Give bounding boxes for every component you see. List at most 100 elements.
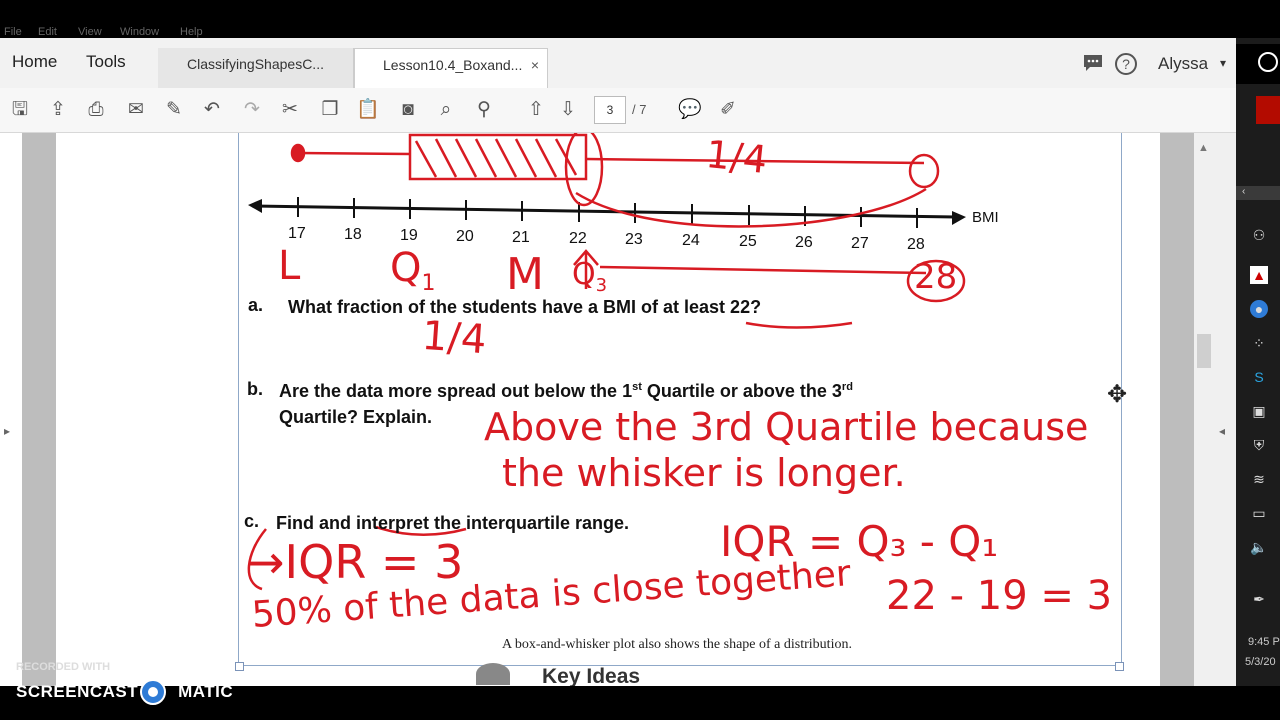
tab-label: ClassifyingShapesC...: [187, 56, 324, 72]
people-icon[interactable]: ⚇: [1250, 226, 1268, 244]
answer-a-fraction: 1/4: [420, 312, 488, 364]
help-icon[interactable]: ?: [1114, 52, 1138, 76]
volume-icon[interactable]: 🔈: [1250, 538, 1268, 556]
clock-time[interactable]: 9:45 P: [1248, 636, 1280, 648]
side-rail: [1236, 38, 1280, 686]
comment-icon[interactable]: [1082, 53, 1104, 73]
axis-label: BMI: [972, 209, 999, 226]
hand-quarter-note: 1/4: [703, 133, 770, 183]
svg-text:?: ?: [1122, 56, 1130, 72]
answer-b-line2: the whisker is longer.: [502, 451, 906, 495]
hand-label-Q3: Q3: [572, 257, 608, 296]
tab-bar: Home Tools ClassifyingShapesC... Lesson1…: [0, 38, 1236, 89]
tick-label: 17: [288, 225, 306, 242]
pdf-page: 17 18 19 20 21 22 23 24 25 26 27 28 BMI …: [56, 133, 1160, 686]
page-total: / 7: [632, 102, 647, 117]
expand-left-icon[interactable]: ▸: [4, 424, 10, 438]
shield-icon[interactable]: ⛨: [1250, 436, 1268, 454]
clock-date[interactable]: 5/3/20: [1245, 656, 1276, 668]
wifi-icon[interactable]: ≋: [1250, 470, 1268, 488]
menu-file[interactable]: File: [4, 26, 22, 38]
close-icon[interactable]: ×: [531, 57, 539, 73]
mail-icon[interactable]: ✉: [124, 98, 148, 122]
tick-label: 22: [569, 230, 587, 247]
page-number-input[interactable]: 3: [594, 96, 626, 124]
hand-label-M: M: [506, 249, 544, 300]
redo-icon[interactable]: ↷: [240, 98, 264, 122]
right-panel: [1214, 133, 1236, 686]
comment-tool-icon[interactable]: 💬: [678, 98, 702, 122]
tick-label: 24: [682, 232, 700, 249]
tick-label: 20: [456, 228, 474, 245]
iqr-calculation: 22 - 19 = 3: [886, 573, 1113, 619]
menu-window[interactable]: Window: [120, 26, 159, 38]
pen-workspace-icon[interactable]: ✒: [1250, 590, 1268, 608]
answer-b-line1: Above the 3rd Quartile because: [484, 405, 1089, 449]
tab-lesson-boxand[interactable]: Lesson10.4_Boxand... ×: [354, 48, 548, 88]
scroll-thumb[interactable]: [1197, 334, 1211, 368]
tab-classifying-shapes[interactable]: ClassifyingShapesC...: [158, 48, 354, 88]
watermark-recorded: RECORDED WITH: [16, 661, 111, 673]
tick-label: 27: [851, 235, 869, 252]
tick-label: 23: [625, 231, 643, 248]
undo-icon[interactable]: ↶: [200, 98, 224, 122]
snapshot-icon[interactable]: ◙: [396, 98, 420, 122]
question-a-label: a.: [248, 295, 264, 315]
clipboard-icon[interactable]: 📋: [356, 98, 380, 122]
menu-edit[interactable]: Edit: [38, 26, 57, 38]
expand-right-icon[interactable]: ◂: [1219, 424, 1225, 438]
arrow-down-icon[interactable]: ⇩: [556, 98, 580, 122]
cut-icon[interactable]: ✂: [278, 98, 302, 122]
left-panel: [0, 133, 22, 686]
acrobat-icon[interactable]: [1256, 96, 1280, 124]
pen-icon[interactable]: ✐: [716, 98, 740, 122]
skype-icon[interactable]: S: [1250, 368, 1268, 386]
edit-file-icon[interactable]: ✎: [162, 98, 186, 122]
tick-label: 18: [344, 226, 362, 243]
zoom-icon[interactable]: ●: [1250, 300, 1268, 318]
user-name[interactable]: Alyssa: [1158, 54, 1208, 74]
menu-view[interactable]: View: [78, 26, 102, 38]
cortana-icon[interactable]: [1258, 52, 1278, 72]
hand-label-Q1: Q1: [390, 245, 436, 296]
chevron-left-icon[interactable]: ‹: [1242, 186, 1245, 197]
nav-tools[interactable]: Tools: [86, 52, 126, 72]
chevron-down-icon[interactable]: ▾: [1220, 56, 1226, 70]
tick-label: 28: [907, 236, 925, 253]
nav-home[interactable]: Home: [12, 52, 57, 72]
scroll-up-icon[interactable]: ▲: [1198, 142, 1209, 154]
drive-icon[interactable]: ▲: [1250, 266, 1268, 284]
key-ideas-icon: [476, 663, 510, 685]
hand-label-L: L: [278, 243, 301, 289]
footer-text: A box-and-whisker plot also shows the sh…: [502, 637, 852, 652]
battery-icon[interactable]: ▭: [1250, 504, 1268, 522]
copy-icon[interactable]: ❐: [318, 98, 342, 122]
question-c-text: Find and interpret the interquartile ran…: [276, 513, 630, 533]
print-icon[interactable]: ⎙: [84, 98, 108, 122]
find-icon[interactable]: ⚲: [472, 98, 496, 122]
menu-help[interactable]: Help: [180, 26, 203, 38]
question-b-text: Are the data more spread out below the 1…: [279, 381, 853, 401]
toolbar: 🖫 ⇪ ⎙ ✉ ✎ ↶ ↷ ✂ ❐ 📋 ◙ ⌕ ⚲ ⇧ ⇩ 3 / 7 💬 ✐: [0, 88, 1236, 133]
scrollbar[interactable]: [1194, 133, 1214, 686]
tick-label: 25: [739, 233, 757, 250]
search-icon[interactable]: ⌕: [434, 98, 458, 122]
tick-label: 19: [400, 227, 418, 244]
key-ideas-heading: Key Ideas: [542, 665, 641, 686]
question-b-label: b.: [247, 379, 263, 399]
question-b-text-line2: Quartile? Explain.: [279, 407, 433, 427]
tick-label: 26: [795, 234, 813, 251]
right-margin: [1160, 133, 1194, 686]
iqr-answer: →IQR = 3: [246, 535, 464, 589]
hand-label-max: 28: [914, 257, 958, 297]
dots-icon[interactable]: ⁘: [1250, 334, 1268, 352]
menu-bar: File Edit View Window Help: [0, 0, 1236, 38]
question-a-text: What fraction of the students have a BMI…: [288, 297, 762, 317]
window-icon[interactable]: ▣: [1250, 402, 1268, 420]
tab-label: Lesson10.4_Boxand...: [383, 57, 523, 73]
save-icon[interactable]: 🖫: [8, 98, 32, 122]
move-cursor-icon: ✥: [1106, 381, 1128, 408]
upload-icon[interactable]: ⇪: [46, 98, 70, 122]
arrow-up-icon[interactable]: ⇧: [524, 98, 548, 122]
screencast-logo-center: [148, 687, 158, 697]
